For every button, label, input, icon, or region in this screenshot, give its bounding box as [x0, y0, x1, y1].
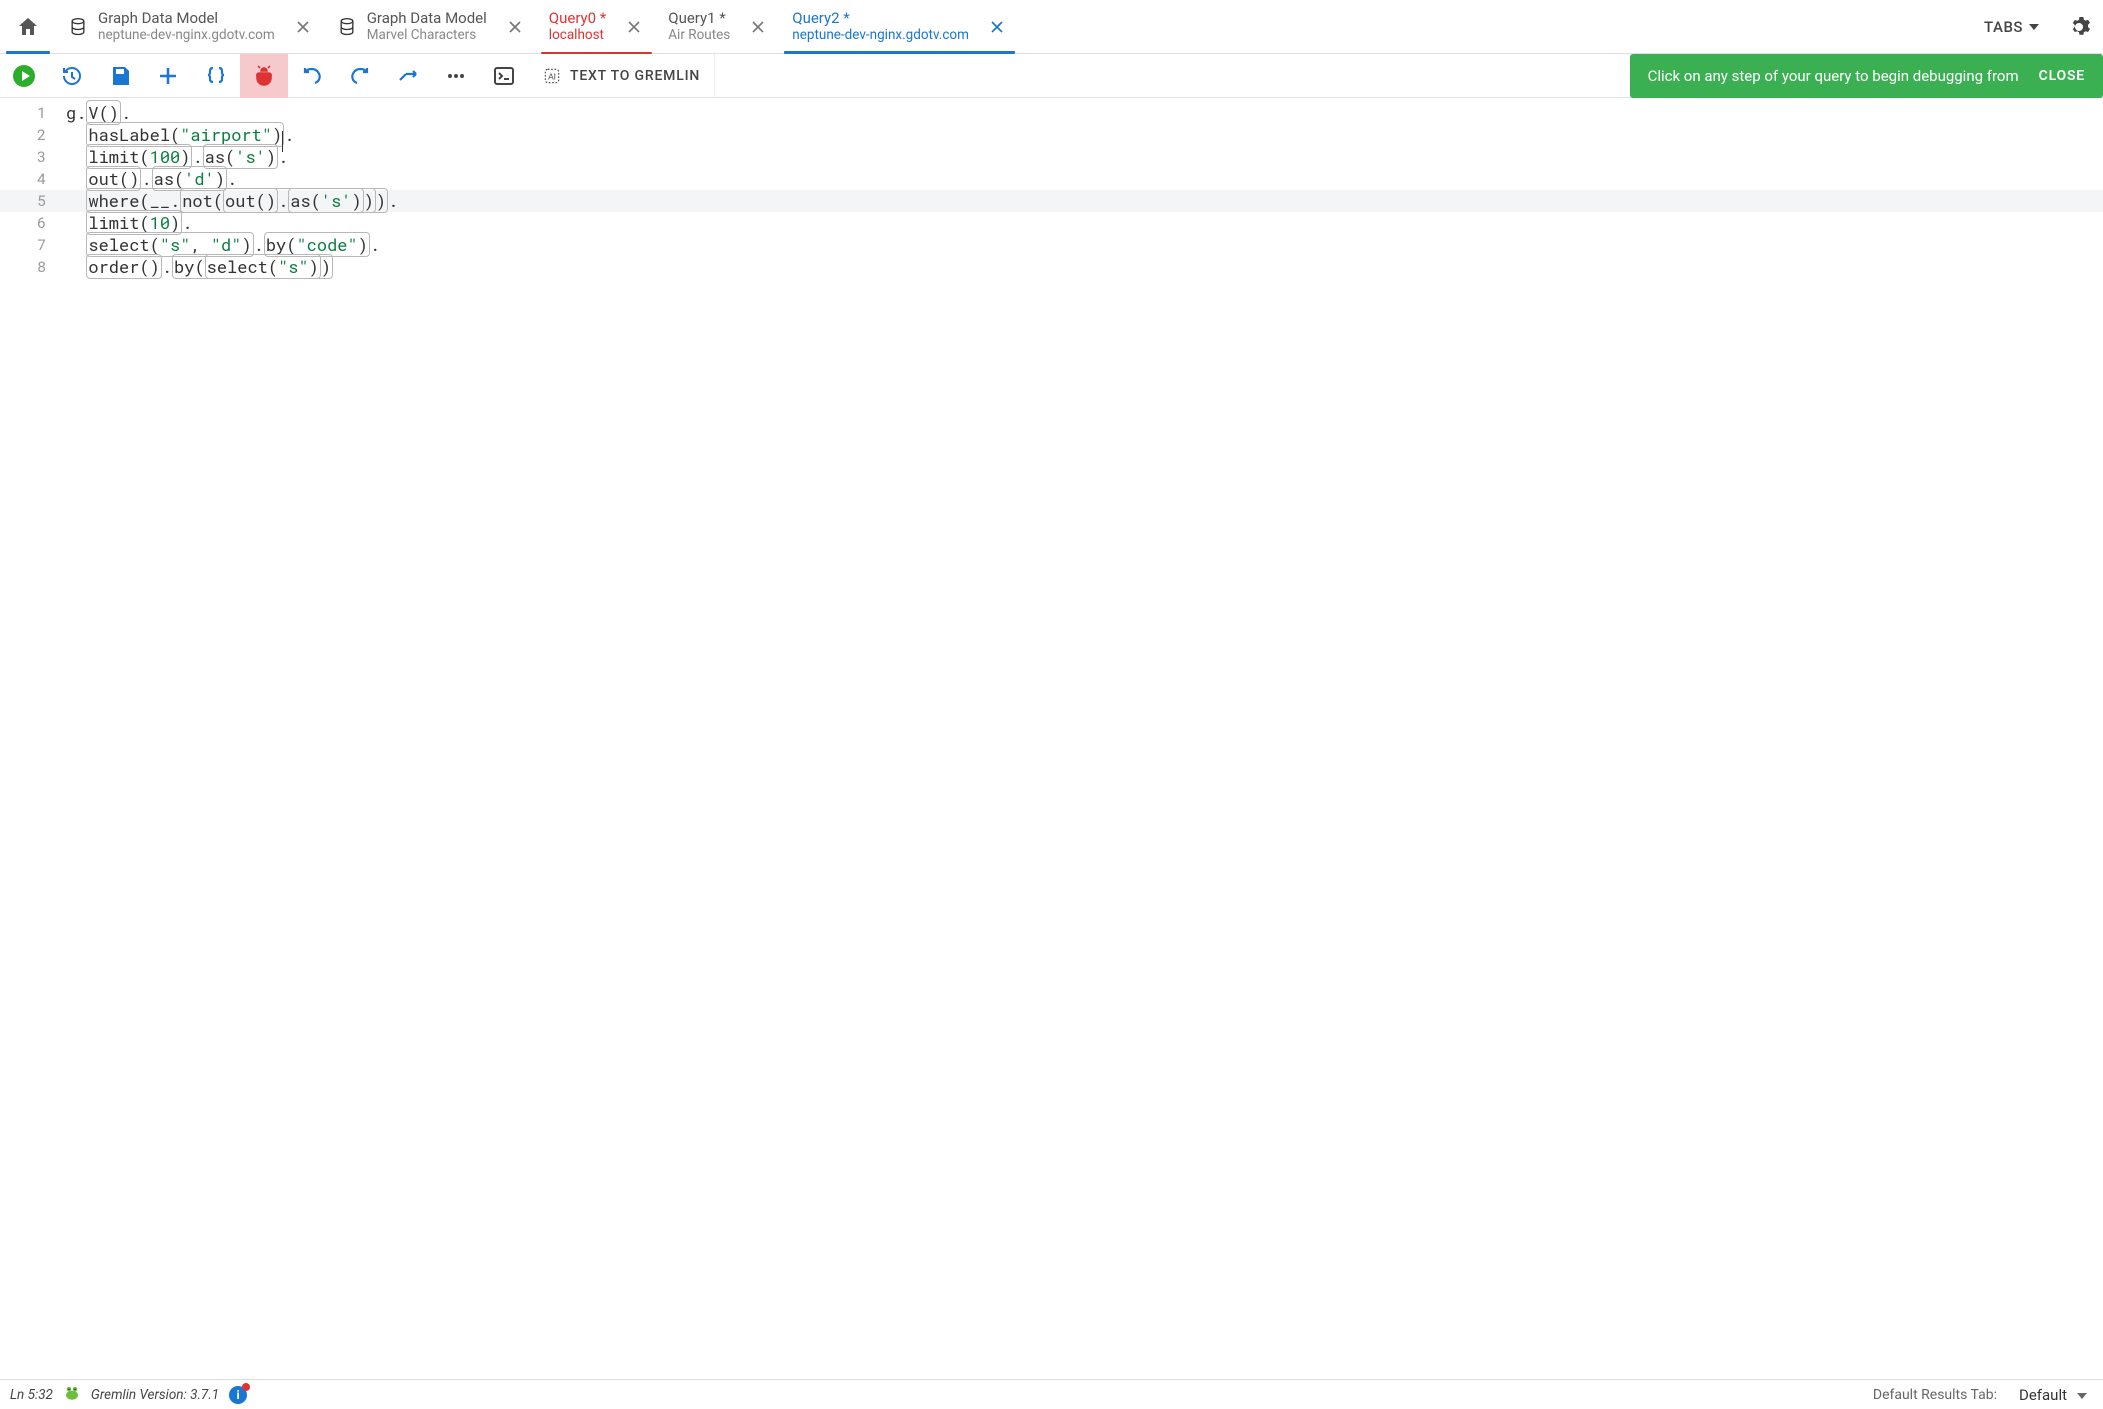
home-button[interactable]	[0, 0, 56, 53]
code-body[interactable]: g.V(). hasLabel("airport"). limit(100).a…	[66, 98, 2103, 278]
tab-bar: Graph Data Model neptune-dev-nginx.gdotv…	[0, 0, 2103, 54]
status-bar: Ln 5:32 Gremlin Version: 3.7.1 i Default…	[0, 1379, 2103, 1409]
redo-button[interactable]	[336, 54, 384, 98]
settings-button[interactable]	[2055, 0, 2103, 53]
save-button[interactable]	[96, 54, 144, 98]
line-number: 1	[0, 102, 58, 124]
undo-icon	[300, 64, 324, 88]
tab-query1[interactable]: Query1 * Air Routes	[656, 0, 780, 53]
line-number: 3	[0, 146, 58, 168]
terminal-icon	[492, 64, 516, 88]
code-line[interactable]: g.V().	[66, 102, 2103, 124]
tab-graph-data-model-2[interactable]: Graph Data Model Marvel Characters	[325, 0, 537, 53]
close-icon[interactable]	[620, 13, 648, 41]
plus-icon	[156, 64, 180, 88]
gremlin-step[interactable]: as('s')	[288, 188, 363, 213]
tab-query2[interactable]: Query2 * neptune-dev-nginx.gdotv.com	[780, 0, 1019, 53]
tab-subtitle: neptune-dev-nginx.gdotv.com	[792, 27, 969, 44]
tab-subtitle: neptune-dev-nginx.gdotv.com	[98, 27, 275, 44]
editor-toolbar: AI TEXT TO GREMLIN Click on any step of …	[0, 54, 2103, 98]
run-button[interactable]	[0, 54, 48, 98]
tabs-dropdown[interactable]: TABS	[1968, 0, 2055, 53]
home-icon	[16, 15, 40, 39]
format-button[interactable]	[192, 54, 240, 98]
code-line[interactable]: where(__.not(out().as('s'))).	[0, 190, 2103, 212]
gremlin-step[interactable]: out()	[223, 188, 278, 213]
ai-icon: AI	[542, 66, 562, 86]
line-number: 8	[0, 256, 58, 278]
code-editor[interactable]: 1 2 3 4 5 6 7 8 g.V(). hasLabel("airport…	[0, 98, 2103, 1379]
gear-icon	[2067, 15, 2091, 39]
new-button[interactable]	[144, 54, 192, 98]
code-line[interactable]: out().as('d').	[66, 168, 2103, 190]
tabs-dropdown-label: TABS	[1984, 18, 2023, 36]
close-icon[interactable]	[983, 13, 1011, 41]
debug-hint-banner: Click on any step of your query to begin…	[1630, 54, 2103, 98]
chevron-down-icon	[2029, 24, 2039, 30]
undo-button[interactable]	[288, 54, 336, 98]
play-icon	[12, 64, 36, 88]
database-icon	[68, 17, 88, 37]
text-to-gremlin-label: TEXT TO GREMLIN	[570, 68, 700, 84]
code-line[interactable]: order().by(select("s"))	[66, 256, 2103, 278]
tab-subtitle: Air Routes	[668, 27, 730, 44]
code-line[interactable]: hasLabel("airport").	[66, 124, 2103, 146]
line-number: 6	[0, 212, 58, 234]
info-badge-icon[interactable]: i	[229, 1386, 247, 1404]
more-button[interactable]	[432, 54, 480, 98]
history-button[interactable]	[48, 54, 96, 98]
gremlin-step[interactable]: by(select("s"))	[172, 254, 333, 279]
tab-graph-data-model-1[interactable]: Graph Data Model neptune-dev-nginx.gdotv…	[56, 0, 325, 53]
code-line[interactable]: limit(10).	[66, 212, 2103, 234]
debug-button[interactable]	[240, 54, 288, 98]
history-icon	[60, 64, 84, 88]
save-icon	[108, 64, 132, 88]
gremlin-step[interactable]: order()	[86, 254, 161, 279]
tab-subtitle: Marvel Characters	[367, 27, 487, 44]
braces-icon	[204, 64, 228, 88]
close-icon[interactable]	[501, 13, 529, 41]
code-line[interactable]: limit(100).as('s').	[66, 146, 2103, 168]
step-button[interactable]	[384, 54, 432, 98]
text-cursor-icon	[282, 131, 283, 152]
tab-subtitle: localhost	[549, 27, 606, 44]
gremlin-icon	[63, 1384, 81, 1406]
redo-icon	[348, 64, 372, 88]
hint-message: Click on any step of your query to begin…	[1648, 67, 2019, 85]
gremlin-step[interactable]: not(out().as('s'))	[180, 188, 376, 213]
bug-icon	[252, 64, 276, 88]
text-to-gremlin-button[interactable]: AI TEXT TO GREMLIN	[528, 54, 714, 98]
line-number: 7	[0, 234, 58, 256]
tab-title: Query2 *	[792, 9, 969, 28]
tab-title: Graph Data Model	[98, 9, 275, 28]
code-line[interactable]: select("s", "d").by("code").	[66, 234, 2103, 256]
close-icon[interactable]	[744, 13, 772, 41]
close-icon[interactable]	[289, 13, 317, 41]
line-number: 4	[0, 168, 58, 190]
tab-title: Query1 *	[668, 9, 730, 28]
console-button[interactable]	[480, 54, 528, 98]
gremlin-step[interactable]: select("s")	[205, 254, 321, 279]
tab-query0[interactable]: Query0 * localhost	[537, 0, 656, 53]
cursor-position: Ln 5:32	[10, 1387, 53, 1403]
results-tab-select[interactable]: Default	[2007, 1386, 2093, 1404]
ellipsis-icon	[444, 64, 468, 88]
step-arrow-icon	[396, 64, 420, 88]
line-number: 2	[0, 124, 58, 146]
tab-title: Query0 *	[549, 9, 606, 28]
line-number: 5	[0, 190, 58, 212]
svg-text:AI: AI	[548, 71, 556, 81]
gremlin-version: Gremlin Version: 3.7.1	[91, 1387, 219, 1403]
line-gutter: 1 2 3 4 5 6 7 8	[0, 98, 58, 278]
toolbar-divider	[714, 54, 715, 98]
results-tab-label: Default Results Tab:	[1873, 1387, 1997, 1403]
tab-title: Graph Data Model	[367, 9, 487, 28]
hint-close-button[interactable]: CLOSE	[2039, 68, 2085, 84]
database-icon	[337, 17, 357, 37]
